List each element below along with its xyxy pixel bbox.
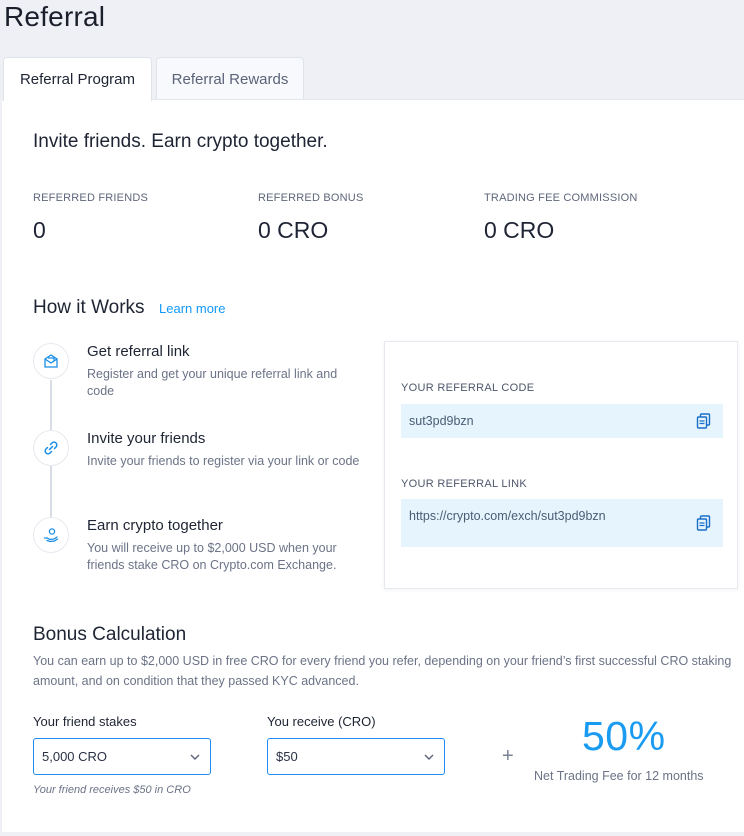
coin-hand-icon (33, 517, 69, 553)
referral-link-field[interactable]: https://crypto.com/exch/sut3pd9bzn (401, 499, 723, 547)
headline: Invite friends. Earn crypto together. (33, 131, 328, 152)
referral-info-box: YOUR REFERRAL CODE sut3pd9bzn YOUR REFER… (384, 341, 738, 589)
stat-label-referred-bonus: REFERRED BONUS (258, 192, 364, 204)
stat-value-trading-fee-commission: 0 CRO (484, 217, 555, 243)
stake-label: Your friend stakes (33, 714, 137, 729)
trading-fee-text: Net Trading Fee for 12 months (534, 769, 704, 783)
envelope-icon (33, 343, 69, 379)
friend-receives-note: Your friend receives $50 in CRO (33, 784, 191, 796)
trading-fee-percent: 50% (582, 713, 666, 759)
stat-label-referred-friends: REFERRED FRIENDS (33, 192, 149, 204)
plus-sign: + (502, 745, 514, 767)
stake-select[interactable]: 5,000 CRO (33, 738, 211, 775)
referral-code-value: sut3pd9bzn (409, 414, 474, 428)
tab-referral-program[interactable]: Referral Program (3, 57, 152, 101)
receive-select-value: $50 (276, 749, 298, 764)
bonus-calculation-title: Bonus Calculation (33, 624, 187, 645)
stat-value-referred-bonus: 0 CRO (258, 217, 329, 243)
stake-select-value: 5,000 CRO (42, 749, 108, 764)
copy-code-icon[interactable] (695, 412, 713, 430)
chevron-down-icon (190, 754, 200, 760)
chevron-down-icon (424, 754, 434, 760)
page-title: Referral (4, 1, 106, 32)
step-title-get-referral-link: Get referral link (87, 343, 190, 360)
referral-code-label: YOUR REFERRAL CODE (401, 382, 535, 394)
tab-referral-rewards[interactable]: Referral Rewards (156, 57, 304, 100)
receive-select[interactable]: $50 (267, 738, 445, 775)
bonus-description: You can earn up to $2,000 USD in free CR… (33, 654, 732, 688)
referral-code-field[interactable]: sut3pd9bzn (401, 404, 723, 438)
copy-link-icon[interactable] (695, 514, 713, 532)
learn-more-link[interactable]: Learn more (159, 301, 225, 316)
referral-link-value: https://crypto.com/exch/sut3pd9bzn (409, 509, 606, 523)
stat-label-trading-fee-commission: TRADING FEE COMMISSION (484, 192, 638, 204)
step-desc-earn-crypto-together: You will receive up to $2,000 USD when y… (87, 541, 337, 572)
stat-value-referred-friends: 0 (33, 217, 46, 243)
link-icon (33, 430, 69, 466)
receive-label: You receive (CRO) (267, 714, 376, 729)
step-title-invite-your-friends: Invite your friends (87, 430, 206, 447)
step-title-earn-crypto-together: Earn crypto together (87, 517, 223, 534)
how-it-works-title: How it Works (33, 297, 145, 318)
referral-link-label: YOUR REFERRAL LINK (401, 478, 528, 490)
referral-program-panel: Invite friends. Earn crypto together. RE… (2, 99, 744, 832)
step-desc-get-referral-link: Register and get your unique referral li… (87, 367, 338, 398)
step-desc-invite-your-friends: Invite your friends to register via your… (87, 454, 360, 468)
